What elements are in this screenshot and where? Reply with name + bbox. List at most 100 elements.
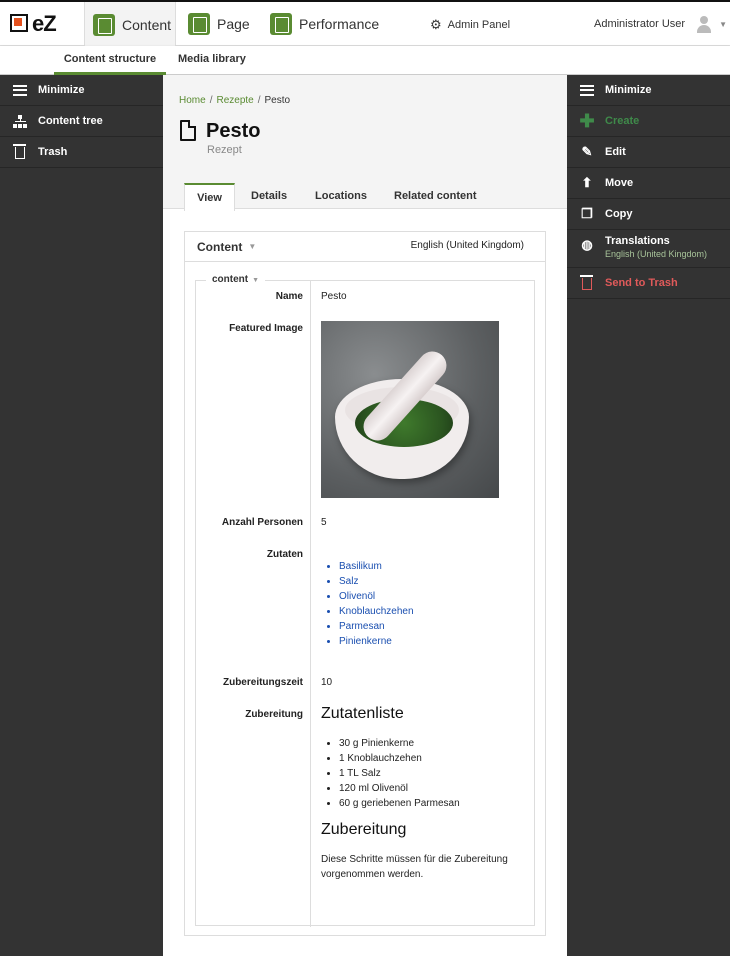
gear-icon: ⚙ <box>430 17 442 32</box>
app-tab-label: Performance <box>299 16 380 32</box>
globe-icon: ◍ <box>581 237 593 252</box>
sub-navigation: Content structure Media library <box>0 46 730 75</box>
app-tab-content[interactable]: Content <box>84 2 176 47</box>
tree-icon <box>12 113 28 129</box>
subnav-content-structure[interactable]: Content structure <box>54 46 166 75</box>
trash-icon <box>579 275 595 291</box>
copy-label: Copy <box>605 208 633 220</box>
content-box-title: Content <box>197 239 243 254</box>
right-minimize-label: Minimize <box>605 84 652 96</box>
ingredient-link[interactable]: Knoblauchzehen <box>339 604 414 619</box>
user-menu[interactable]: Administrator User ▼ <box>594 15 727 33</box>
preparation-text: Diese Schritte müssen für die Zubereitun… <box>321 854 508 880</box>
breadcrumb-rezepte[interactable]: Rezepte <box>216 95 253 106</box>
tab-details[interactable]: Details <box>239 183 299 210</box>
ingredient-link[interactable]: Parmesan <box>339 619 414 634</box>
ingredient-link[interactable]: Olivenöl <box>339 589 414 604</box>
page-title: Pesto <box>206 120 261 142</box>
language-label: English (United Kingdom) <box>410 240 524 251</box>
copy-icon: ❐ <box>581 206 593 221</box>
chevron-down-icon: ▼ <box>248 242 257 251</box>
app-tab-label: Page <box>217 16 250 32</box>
ingredients-list: Basilikum Salz Olivenöl Knoblauchzehen P… <box>311 559 414 649</box>
list-item: 30 g Pinienkerne <box>339 736 460 751</box>
translations-button[interactable]: ◍ Translations English (United Kingdom) <box>567 230 730 268</box>
content-icon <box>93 13 115 36</box>
field-label-name: Name <box>275 291 303 302</box>
main-content: Home / Rezepte / Pesto Pesto Rezept View Det… <box>163 75 567 956</box>
ingredient-link[interactable]: Basilikum <box>339 559 414 574</box>
content-view-box: Content ▼ English (United Kingdom) conte… <box>184 231 546 936</box>
plus-icon: ✚ <box>579 110 595 131</box>
right-action-bar: Minimize ✚ Create ✎ Edit ⬆ Move ❐ Copy ◍… <box>567 75 730 956</box>
field-group-legend[interactable]: content ▼ <box>206 274 266 285</box>
move-icon: ⬆ <box>581 175 593 190</box>
chevron-down-icon: ▼ <box>252 277 260 284</box>
ingredient-link[interactable]: Pinienkerne <box>339 634 414 649</box>
field-value-prep-time: 10 <box>321 677 333 688</box>
content-box-header[interactable]: Content ▼ English (United Kingdom) <box>185 232 545 262</box>
field-label-featured-image: Featured Image <box>229 323 303 334</box>
trash-label: Trash <box>38 146 68 158</box>
translations-language: English (United Kingdom) <box>605 249 708 259</box>
left-minimize-button[interactable]: Minimize <box>0 75 163 106</box>
admin-panel-label: Admin Panel <box>447 19 511 31</box>
field-label-ingredients: Zutaten <box>266 549 303 560</box>
ez-logo-text: eZ <box>32 11 57 36</box>
tab-locations[interactable]: Locations <box>303 183 379 210</box>
user-name: Administrator User <box>594 18 686 30</box>
move-button[interactable]: ⬆ Move <box>567 168 730 199</box>
content-tree-button[interactable]: Content tree <box>0 106 163 137</box>
performance-icon <box>270 13 292 35</box>
app-tab-label: Content <box>122 16 172 33</box>
hamburger-icon <box>579 82 595 98</box>
left-minimize-label: Minimize <box>38 84 85 96</box>
breadcrumb-current: Pesto <box>264 95 291 106</box>
ez-logo[interactable]: eZ <box>10 11 70 36</box>
breadcrumb: Home / Rezepte / Pesto <box>179 95 291 106</box>
list-item: 120 ml Olivenöl <box>339 781 460 796</box>
breadcrumb-home[interactable]: Home <box>179 95 206 106</box>
list-item: 1 TL Salz <box>339 766 460 781</box>
ez-logo-icon <box>10 14 28 32</box>
translations-text: Translations English (United Kingdom) <box>605 235 707 259</box>
tab-related-content[interactable]: Related content <box>382 183 489 210</box>
list-item: 60 g geriebenen Parmesan <box>339 796 460 811</box>
admin-panel-link[interactable]: ⚙ Admin Panel <box>430 17 510 33</box>
chevron-down-icon: ▼ <box>719 19 727 29</box>
content-header: Home / Rezepte / Pesto Pesto Rezept View Det… <box>163 75 567 211</box>
content-type: Rezept <box>207 144 242 156</box>
app-tab-page[interactable]: Page <box>188 2 258 46</box>
top-bar: eZ Content Page Performance ⚙ Admin Pane… <box>0 0 730 47</box>
document-icon <box>180 120 196 141</box>
left-discovery-bar: Minimize Content tree Trash <box>0 75 163 956</box>
translations-label: Translations <box>605 235 670 247</box>
right-minimize-button[interactable]: Minimize <box>567 75 730 106</box>
preparation-heading-ingredients: Zutatenliste <box>321 705 404 722</box>
app-tab-performance[interactable]: Performance <box>270 2 380 46</box>
field-group-label: content <box>212 274 249 285</box>
subnav-media-library[interactable]: Media library <box>178 46 246 75</box>
send-to-trash-label: Send to Trash <box>605 277 678 289</box>
field-value-name: Pesto <box>321 291 347 302</box>
create-button[interactable]: ✚ Create <box>567 106 730 137</box>
trash-button[interactable]: Trash <box>0 137 163 168</box>
list-item: 1 Knoblauchzehen <box>339 751 460 766</box>
create-label: Create <box>605 115 640 127</box>
field-label-preparation: Zubereitung <box>245 709 303 720</box>
field-label-persons: Anzahl Personen <box>221 517 303 528</box>
edit-label: Edit <box>605 146 626 158</box>
move-label: Move <box>605 177 634 189</box>
avatar-icon <box>695 15 713 33</box>
copy-button[interactable]: ❐ Copy <box>567 199 730 230</box>
send-to-trash-button[interactable]: Send to Trash <box>567 268 730 299</box>
tab-view[interactable]: View <box>184 183 235 211</box>
hamburger-icon <box>12 82 28 98</box>
featured-image <box>321 321 499 498</box>
field-label-prep-time: Zubereitungszeit <box>222 677 303 688</box>
trash-icon <box>12 144 28 160</box>
preparation-ingredient-list: 30 g Pinienkerne 1 Knoblauchzehen 1 TL S… <box>311 736 460 811</box>
pencil-icon: ✎ <box>581 144 593 159</box>
edit-button[interactable]: ✎ Edit <box>567 137 730 168</box>
ingredient-link[interactable]: Salz <box>339 574 414 589</box>
